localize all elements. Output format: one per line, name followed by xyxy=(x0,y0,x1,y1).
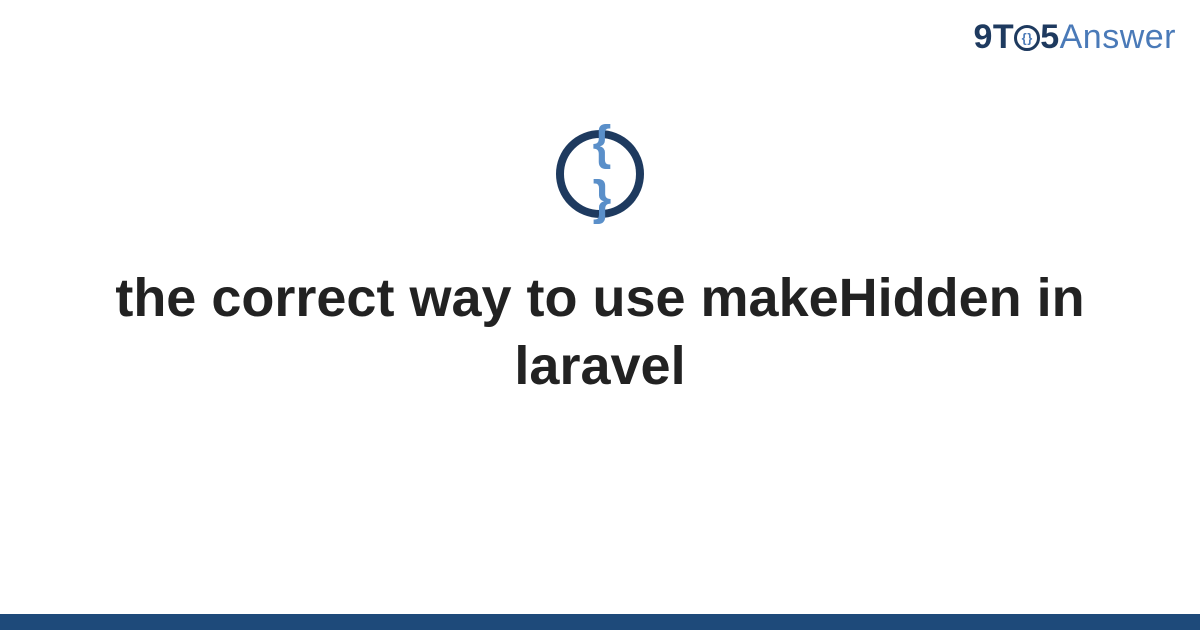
footer-accent-bar xyxy=(0,614,1200,630)
code-braces-icon: { } xyxy=(556,130,644,218)
brand-suffix-word: Answer xyxy=(1060,18,1176,56)
main-content: { } the correct way to use makeHidden in… xyxy=(0,130,1200,400)
brand-prefix: 9T xyxy=(974,18,1015,56)
page-title: the correct way to use makeHidden in lar… xyxy=(0,265,1200,400)
site-brand: 9T {} 5Answer xyxy=(974,18,1176,57)
braces-glyph: { } xyxy=(582,116,618,226)
brand-o-icon: {} xyxy=(1014,25,1040,51)
brand-o-inner: {} xyxy=(1022,31,1033,46)
brand-suffix-num: 5 xyxy=(1040,18,1059,56)
